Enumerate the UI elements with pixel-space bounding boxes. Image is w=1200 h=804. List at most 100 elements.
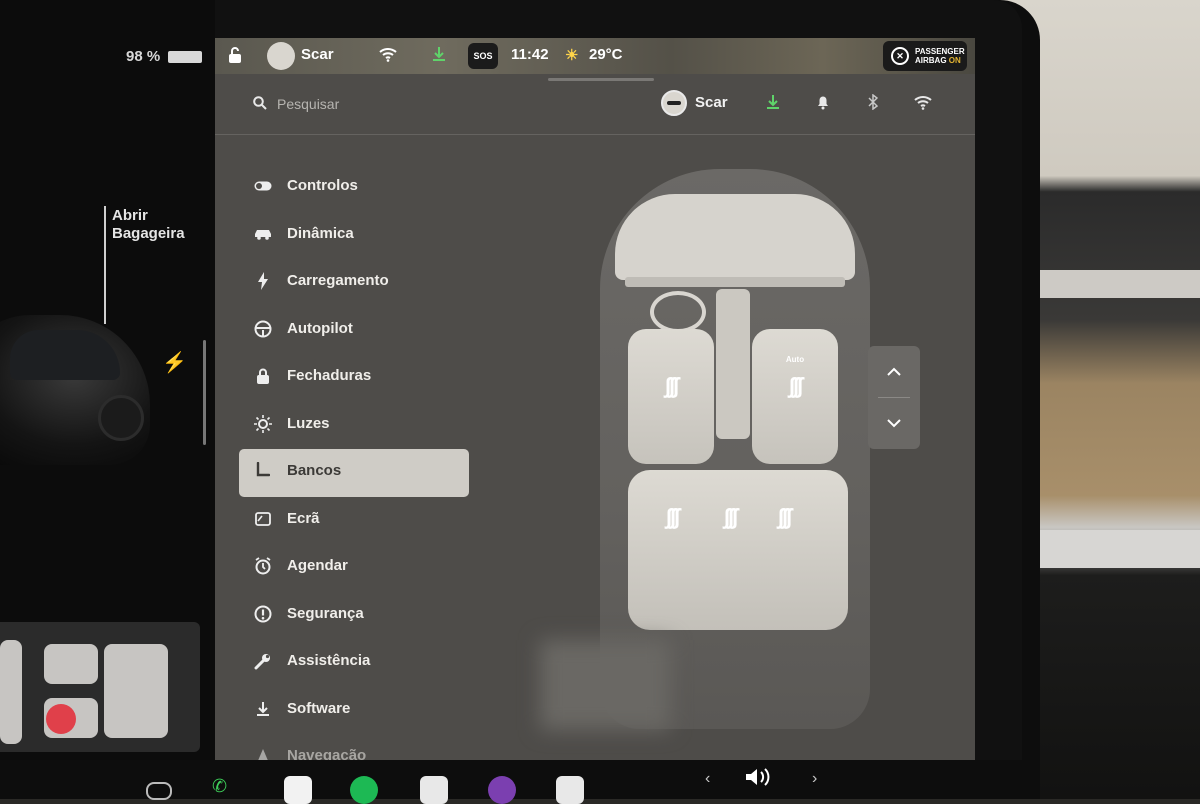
driver-avatar[interactable]	[267, 42, 295, 70]
rear-center-seat-heater-button[interactable]: ∫∫∫	[724, 504, 738, 530]
menu-item-label: Controlos	[287, 177, 358, 194]
menu-item-ecra[interactable]: Ecrã	[239, 497, 469, 545]
seat-mini-driver	[44, 644, 98, 684]
volume-speaker-icon[interactable]	[744, 765, 776, 795]
display-icon	[253, 509, 273, 529]
menu-item-seguranca[interactable]: Segurança	[239, 592, 469, 640]
open-trunk-label-2: Bagageira	[112, 225, 185, 242]
download-icon[interactable]	[763, 94, 783, 114]
bolt-icon	[253, 271, 273, 291]
airbag-state: ON	[948, 56, 961, 65]
scroll-down-button[interactable]	[868, 398, 920, 448]
airbag-icon: ✕	[891, 47, 909, 65]
download-status-icon[interactable]	[431, 46, 447, 66]
car-icon	[253, 224, 273, 244]
download-icon	[253, 699, 273, 719]
battery-icon	[168, 51, 202, 63]
menu-item-label: Fechaduras	[287, 367, 372, 384]
camera-app-icon[interactable]	[488, 776, 516, 804]
more-apps-icon[interactable]	[420, 776, 448, 804]
menu-item-autopilot[interactable]: Autopilot	[239, 307, 469, 355]
clock: 11:42	[511, 46, 549, 63]
navigation-app-icon[interactable]	[556, 776, 584, 804]
scroll-up-button[interactable]	[868, 346, 920, 396]
chevron-down-icon	[887, 418, 901, 427]
passenger-airbag-indicator: ✕ PASSENGER AIRBAG ON	[883, 41, 967, 71]
airbag-label-line2: AIRBAG	[915, 56, 947, 65]
heat-waves-icon: ∫∫∫	[664, 373, 679, 398]
touchscreen: 98 % Abrir Bagageira ⚡ Scar SOS 11:42 ☀ …	[0, 0, 1022, 760]
seat-occupancy-widget[interactable]	[0, 622, 200, 752]
menu-item-label: Segurança	[287, 604, 364, 622]
menu-item-carregamento[interactable]: Carregamento	[239, 259, 469, 307]
menu-item-label: Navegação	[287, 747, 367, 760]
rear-left-seat-heater-button[interactable]: ∫∫∫	[666, 504, 680, 530]
airbag-label-line1: PASSENGER	[915, 47, 965, 56]
rear-seats: ∫∫∫ ∫∫∫ ∫∫∫	[628, 470, 848, 630]
menu-item-navegacao[interactable]: Navegação	[239, 734, 469, 760]
search-input[interactable]	[277, 93, 477, 115]
driver-seat-heater-button[interactable]: ∫∫∫	[628, 329, 714, 464]
sos-button[interactable]: SOS	[468, 43, 498, 69]
menu-item-label: Bancos	[287, 462, 342, 479]
menu-item-label: Luzes	[287, 414, 330, 432]
heat-waves-icon: ∫∫∫	[788, 373, 803, 398]
wifi-status-icon	[379, 46, 397, 66]
steering-wheel	[650, 291, 706, 333]
seat-mini-rear	[104, 644, 168, 738]
screen-glare	[540, 640, 670, 730]
volume-down-chevron-icon[interactable]: ‹	[705, 770, 710, 788]
app-dock: ✆	[0, 760, 1040, 804]
menu-item-label: Agendar	[287, 557, 348, 574]
phone-icon[interactable]: ✆	[212, 776, 240, 804]
car-app-icon[interactable]	[146, 782, 172, 800]
calendar-icon[interactable]	[284, 776, 312, 804]
car-panel-scrollbar	[203, 340, 206, 445]
alert-circle-icon	[253, 604, 273, 624]
menu-item-agendar[interactable]: Agendar	[239, 544, 469, 592]
panel-drag-handle[interactable]	[548, 78, 654, 81]
menu-item-dinamica[interactable]: Dinâmica	[239, 212, 469, 260]
menu-item-assistencia[interactable]: Assistência	[239, 639, 469, 687]
dashboard	[625, 277, 845, 287]
volume-up-chevron-icon[interactable]: ›	[812, 770, 817, 788]
battery-percent: 98 %	[126, 48, 161, 65]
menu-item-luzes[interactable]: Luzes	[239, 402, 469, 450]
charge-port-bolt-icon[interactable]: ⚡	[162, 350, 187, 375]
menu-item-label: Dinâmica	[287, 224, 354, 242]
spotify-icon[interactable]	[350, 776, 378, 804]
wifi-icon[interactable]	[913, 94, 933, 114]
chevron-up-icon	[887, 367, 901, 376]
open-trunk-label-1: Abrir	[112, 207, 148, 224]
search-icon	[253, 96, 267, 110]
background-trim	[1040, 530, 1200, 568]
menu-item-label: Autopilot	[287, 319, 353, 337]
car-render-wheel	[98, 395, 144, 441]
alarm-clock-icon	[253, 556, 273, 576]
lock-status-icon[interactable]	[227, 46, 243, 68]
menu-item-label: Ecrã	[287, 509, 320, 527]
bluetooth-icon[interactable]	[863, 93, 883, 114]
profile-avatar	[661, 90, 687, 116]
passenger-seat-heater-button[interactable]: Auto ∫∫∫	[752, 329, 838, 464]
driver-name[interactable]: Scar	[301, 46, 334, 63]
menu-item-bancos[interactable]: Bancos	[239, 449, 469, 497]
menu-item-label: Carregamento	[287, 272, 389, 289]
temperature: 29°C	[589, 46, 623, 63]
trunk-indicator-line	[104, 206, 106, 324]
navigation-arrow-icon	[253, 746, 273, 760]
passenger-seat-mode: Auto	[785, 355, 805, 364]
open-trunk-button[interactable]: Abrir Bagageira	[112, 207, 185, 243]
menu-item-fechaduras[interactable]: Fechaduras	[239, 354, 469, 402]
menu-item-software[interactable]: Software	[239, 687, 469, 735]
rear-right-seat-heater-button[interactable]: ∫∫∫	[778, 504, 792, 530]
sun-icon	[253, 414, 273, 434]
seat-view-scroll-control	[868, 346, 920, 449]
settings-menu: Controlos Dinâmica Carregamento Autopilo…	[239, 164, 469, 760]
car-status-panel: 98 % Abrir Bagageira ⚡	[0, 0, 215, 760]
menu-item-controlos[interactable]: Controlos	[239, 164, 469, 212]
toggle-icon	[253, 176, 273, 196]
seat-mini-front-console	[0, 640, 22, 744]
notification-bell-icon[interactable]	[813, 94, 833, 114]
profile-name: Scar	[695, 94, 728, 111]
